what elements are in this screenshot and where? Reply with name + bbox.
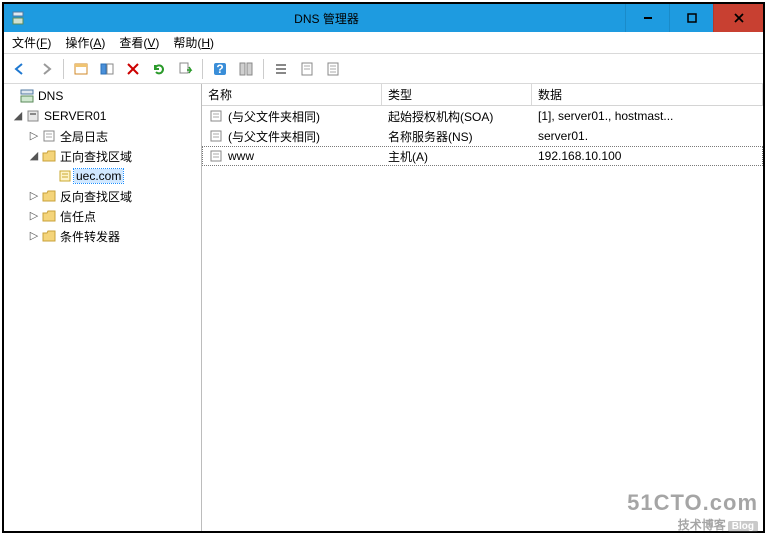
record-name: (与父文件夹相同) xyxy=(228,128,320,145)
tree-label: uec.com xyxy=(74,169,123,183)
menu-help[interactable]: 帮助(H) xyxy=(173,34,214,51)
collapse-icon[interactable]: ◢ xyxy=(28,149,40,163)
delete-button[interactable] xyxy=(121,57,145,81)
menu-action[interactable]: 操作(A) xyxy=(65,34,105,51)
item1-button[interactable] xyxy=(295,57,319,81)
app-window: DNS 管理器 文件(F) 操作(A) 查看(V) 帮助(H) ? xyxy=(2,2,765,533)
record-data: 192.168.10.100 xyxy=(532,149,763,163)
tree-label: 反向查找区域 xyxy=(58,188,134,205)
tree-node-cond-forwarders[interactable]: ▷ 条件转发器 xyxy=(4,226,201,246)
menubar: 文件(F) 操作(A) 查看(V) 帮助(H) xyxy=(4,32,763,54)
record-row[interactable]: www 主机(A) 192.168.10.100 xyxy=(202,146,763,166)
column-data[interactable]: 数据 xyxy=(532,84,763,105)
column-headers: 名称 类型 数据 xyxy=(202,84,763,106)
record-list[interactable]: (与父文件夹相同) 起始授权机构(SOA) [1], server01., ho… xyxy=(202,106,763,531)
tree-pane[interactable]: DNS ◢ SERVER01 ▷ 全局日志 ◢ 正向查找区域 uec.com xyxy=(4,84,202,531)
expand-icon[interactable]: ▷ xyxy=(28,229,40,243)
properties-button[interactable] xyxy=(234,57,258,81)
record-row[interactable]: (与父文件夹相同) 起始授权机构(SOA) [1], server01., ho… xyxy=(202,106,763,126)
refresh-button[interactable] xyxy=(147,57,171,81)
menu-file[interactable]: 文件(F) xyxy=(12,34,51,51)
expand-icon[interactable]: ▷ xyxy=(28,129,40,143)
log-icon xyxy=(40,129,58,143)
tree-label: DNS xyxy=(36,89,65,103)
folder-icon xyxy=(40,149,58,163)
content-area: DNS ◢ SERVER01 ▷ 全局日志 ◢ 正向查找区域 uec.com xyxy=(4,84,763,531)
zone-icon xyxy=(56,169,74,183)
tree-node-global-log[interactable]: ▷ 全局日志 xyxy=(4,126,201,146)
window-controls xyxy=(625,4,763,32)
record-icon xyxy=(208,129,224,143)
tree-label: 全局日志 xyxy=(58,128,110,145)
tree-label: 正向查找区域 xyxy=(58,148,134,165)
expand-icon[interactable]: ▷ xyxy=(28,209,40,223)
column-name[interactable]: 名称 xyxy=(202,84,382,105)
close-button[interactable] xyxy=(713,4,763,32)
tree-node-reverse-zones[interactable]: ▷ 反向查找区域 xyxy=(4,186,201,206)
titlebar: DNS 管理器 xyxy=(4,4,763,32)
item2-button[interactable] xyxy=(321,57,345,81)
record-name: (与父文件夹相同) xyxy=(228,108,320,125)
tree-node-dns[interactable]: DNS xyxy=(4,86,201,106)
toolbar-separator xyxy=(63,59,64,79)
folder-icon xyxy=(40,209,58,223)
show-hide-button[interactable] xyxy=(95,57,119,81)
toolbar-separator xyxy=(202,59,203,79)
window-title: DNS 管理器 xyxy=(28,10,625,27)
tree-label: SERVER01 xyxy=(42,109,108,123)
back-button[interactable] xyxy=(8,57,32,81)
new-window-button[interactable] xyxy=(69,57,93,81)
tree-label: 信任点 xyxy=(58,208,98,225)
minimize-button[interactable] xyxy=(625,4,669,32)
tree-node-server[interactable]: ◢ SERVER01 xyxy=(4,106,201,126)
dns-app-icon xyxy=(8,8,28,28)
record-type: 名称服务器(NS) xyxy=(382,128,532,145)
collapse-icon[interactable]: ◢ xyxy=(12,109,24,123)
tree-node-trust-points[interactable]: ▷ 信任点 xyxy=(4,206,201,226)
record-icon xyxy=(208,149,224,163)
server-icon xyxy=(24,109,42,123)
tree-node-zone-uec[interactable]: uec.com xyxy=(4,166,201,186)
record-data: server01. xyxy=(532,129,763,143)
menu-view[interactable]: 查看(V) xyxy=(119,34,159,51)
folder-icon xyxy=(40,229,58,243)
expand-icon[interactable]: ▷ xyxy=(28,189,40,203)
svg-text:?: ? xyxy=(216,62,223,76)
dns-root-icon xyxy=(18,89,36,103)
list-pane: 名称 类型 数据 (与父文件夹相同) 起始授权机构(SOA) [1], serv… xyxy=(202,84,763,531)
record-name: www xyxy=(228,149,254,163)
record-data: [1], server01., hostmast... xyxy=(532,109,763,123)
toolbar: ? xyxy=(4,54,763,84)
tree-label: 条件转发器 xyxy=(58,228,122,245)
maximize-button[interactable] xyxy=(669,4,713,32)
export-button[interactable] xyxy=(173,57,197,81)
folder-icon xyxy=(40,189,58,203)
column-type[interactable]: 类型 xyxy=(382,84,532,105)
toolbar-separator xyxy=(263,59,264,79)
help-button[interactable]: ? xyxy=(208,57,232,81)
record-icon xyxy=(208,109,224,123)
filter-button[interactable] xyxy=(269,57,293,81)
record-type: 起始授权机构(SOA) xyxy=(382,108,532,125)
forward-button[interactable] xyxy=(34,57,58,81)
record-row[interactable]: (与父文件夹相同) 名称服务器(NS) server01. xyxy=(202,126,763,146)
record-type: 主机(A) xyxy=(382,148,532,165)
tree-node-forward-zones[interactable]: ◢ 正向查找区域 xyxy=(4,146,201,166)
